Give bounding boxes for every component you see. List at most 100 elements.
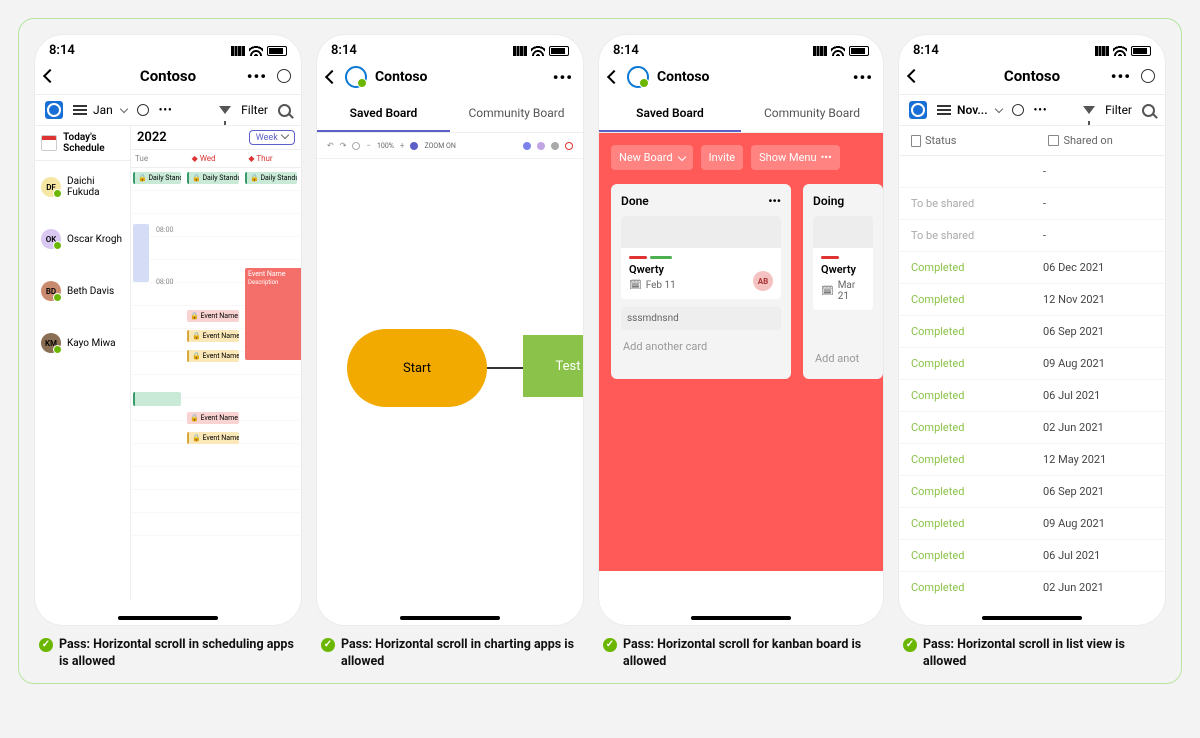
app-logo-icon[interactable] (345, 66, 367, 88)
more-icon[interactable]: ••• (553, 68, 573, 87)
chat-icon[interactable] (1141, 69, 1155, 83)
app-logo-icon[interactable] (627, 66, 649, 88)
table-row[interactable]: Completed06 Sep 2021 (899, 476, 1165, 508)
more-icon[interactable]: ••• (1111, 67, 1131, 86)
tab-community[interactable]: Community Board (741, 96, 883, 132)
tab-saved[interactable]: Saved Board (599, 96, 741, 132)
color-swatch[interactable] (523, 142, 531, 150)
col-status[interactable]: Status (925, 134, 956, 147)
event[interactable]: 🔒 Event Name (187, 330, 239, 342)
column-more-icon[interactable]: ••• (768, 194, 781, 208)
color-swatch[interactable] (551, 142, 559, 150)
kanban-column-doing[interactable]: Doing Qwerty 🗓Mar 21 Add anot (803, 184, 883, 379)
schedule-grid[interactable]: 🔒 Daily Standup 🔒 Daily Standup 🔒 Daily … (131, 168, 301, 548)
redo-icon[interactable]: ↷ (340, 141, 347, 150)
app-icon[interactable] (909, 101, 927, 119)
back-icon[interactable] (43, 69, 57, 83)
table-row[interactable]: Completed06 Sep 2021 (899, 316, 1165, 348)
new-board-button[interactable]: New Board (611, 145, 693, 170)
month-picker[interactable]: Jan (73, 103, 127, 117)
invite-button[interactable]: Invite (701, 145, 744, 170)
kanban-card[interactable]: Qwerty 🗓Mar 21 (813, 216, 873, 310)
event[interactable]: 🔒 Daily Standup (245, 172, 297, 184)
table-row[interactable]: To be shared- (899, 188, 1165, 220)
back-icon[interactable] (607, 70, 621, 84)
event[interactable]: 🔒 Event Name (187, 432, 239, 444)
filter-label[interactable]: Filter (1105, 103, 1132, 117)
more-icon[interactable]: ••• (1034, 105, 1048, 116)
more-icon[interactable]: ••• (159, 105, 173, 116)
person-row[interactable]: DFDaichi Fukuda (35, 161, 130, 213)
table-row[interactable]: Completed12 Nov 2021 (899, 284, 1165, 316)
table-row[interactable]: Completed06 Jul 2021 (899, 540, 1165, 572)
search-icon[interactable] (1142, 104, 1155, 117)
kanban-body[interactable]: New Board Invite Show Menu ••• Done••• Q… (599, 133, 883, 571)
table-row[interactable]: Completed12 May 2021 (899, 444, 1165, 476)
table-row[interactable]: Completed02 Jun 2021 (899, 412, 1165, 444)
add-card-button[interactable]: Add another card (621, 336, 781, 357)
table-row[interactable]: - (899, 156, 1165, 188)
home-indicator[interactable] (400, 616, 500, 620)
home-indicator[interactable] (691, 616, 791, 620)
month-picker[interactable]: Nov... (937, 103, 1002, 117)
event[interactable]: 🔒 Event Name (187, 412, 239, 424)
home-indicator[interactable] (982, 616, 1082, 620)
cell-status: Completed (911, 581, 1043, 594)
undo-icon[interactable]: ↶ (327, 141, 334, 150)
table-row[interactable]: Completed09 Aug 2021 (899, 508, 1165, 540)
tool-icon[interactable]: + (400, 141, 405, 150)
more-icon[interactable]: ••• (853, 68, 873, 87)
filter-label[interactable]: Filter (241, 103, 268, 117)
table-row[interactable]: Completed02 Jun 2021 (899, 572, 1165, 600)
chart-canvas[interactable]: Start Test (317, 159, 583, 499)
table-row[interactable]: To be shared- (899, 220, 1165, 252)
avatar[interactable]: AB (753, 271, 773, 291)
kanban-columns[interactable]: Done••• Qwerty 🗓Feb 11 AB sssmdnsnd Add … (611, 184, 883, 379)
toggle-icon[interactable] (410, 142, 418, 150)
circle-icon[interactable] (137, 104, 149, 116)
kanban-card[interactable]: Qwerty 🗓Feb 11 AB (621, 216, 781, 299)
schedule-body[interactable]: Today's Schedule DFDaichi FukudaOKOscar … (35, 126, 301, 600)
event[interactable]: 🔒 Event Name (187, 310, 239, 322)
tab-saved[interactable]: Saved Board (317, 96, 450, 132)
kanban-column-done[interactable]: Done••• Qwerty 🗓Feb 11 AB sssmdnsnd Add … (611, 184, 791, 379)
home-indicator[interactable] (118, 616, 218, 620)
node-start[interactable]: Start (347, 329, 487, 407)
person-row[interactable]: OKOscar Krogh (35, 213, 130, 265)
table-row[interactable]: Completed06 Dec 2021 (899, 252, 1165, 284)
filter-icon[interactable] (219, 106, 231, 114)
person-row[interactable]: BDBeth Davis (35, 265, 130, 317)
table-row[interactable]: Completed09 Aug 2021 (899, 348, 1165, 380)
tool-icon[interactable] (352, 142, 360, 150)
show-menu-button[interactable]: Show Menu ••• (751, 145, 840, 170)
circle-icon[interactable] (1012, 104, 1024, 116)
back-icon[interactable] (907, 69, 921, 83)
event[interactable]: 🔒 Daily Standup (133, 172, 181, 184)
event[interactable]: 🔒 Event Name (187, 350, 239, 362)
filter-icon[interactable] (1083, 106, 1095, 114)
event[interactable]: 🔒 Daily Standup (187, 172, 239, 184)
week-toggle[interactable]: Week (249, 130, 295, 145)
back-icon[interactable] (325, 70, 339, 84)
table-row[interactable]: Completed06 Jul 2021 (899, 380, 1165, 412)
card-input[interactable]: sssmdnsnd (621, 307, 781, 330)
schedule-grid-area[interactable]: 2022 Week Tue ◆ Wed ◆ Thur 🔒 Daily Stand… (131, 126, 301, 600)
add-card-button[interactable]: Add anot (813, 348, 873, 369)
event[interactable]: Event NameDescription (245, 268, 301, 360)
event[interactable] (133, 224, 149, 282)
more-icon[interactable]: ••• (247, 67, 267, 86)
list-body[interactable]: Status Shared on -To be shared-To be sha… (899, 126, 1165, 600)
person-row[interactable]: KMKayo Miwa (35, 317, 130, 369)
node-test[interactable]: Test (523, 335, 583, 397)
app-icon[interactable] (45, 101, 63, 119)
tab-community[interactable]: Community Board (450, 96, 583, 132)
col-shared[interactable]: Shared on (1063, 134, 1112, 147)
tool-icon[interactable]: − (366, 141, 371, 150)
color-swatch[interactable] (537, 142, 545, 150)
color-swatch[interactable] (565, 142, 573, 150)
cell-status: Completed (911, 421, 1043, 434)
chat-icon[interactable] (277, 69, 291, 83)
event[interactable] (133, 392, 181, 406)
examples-container: 8:14 Contoso ••• Jan ••• (18, 18, 1182, 684)
search-icon[interactable] (278, 104, 291, 117)
